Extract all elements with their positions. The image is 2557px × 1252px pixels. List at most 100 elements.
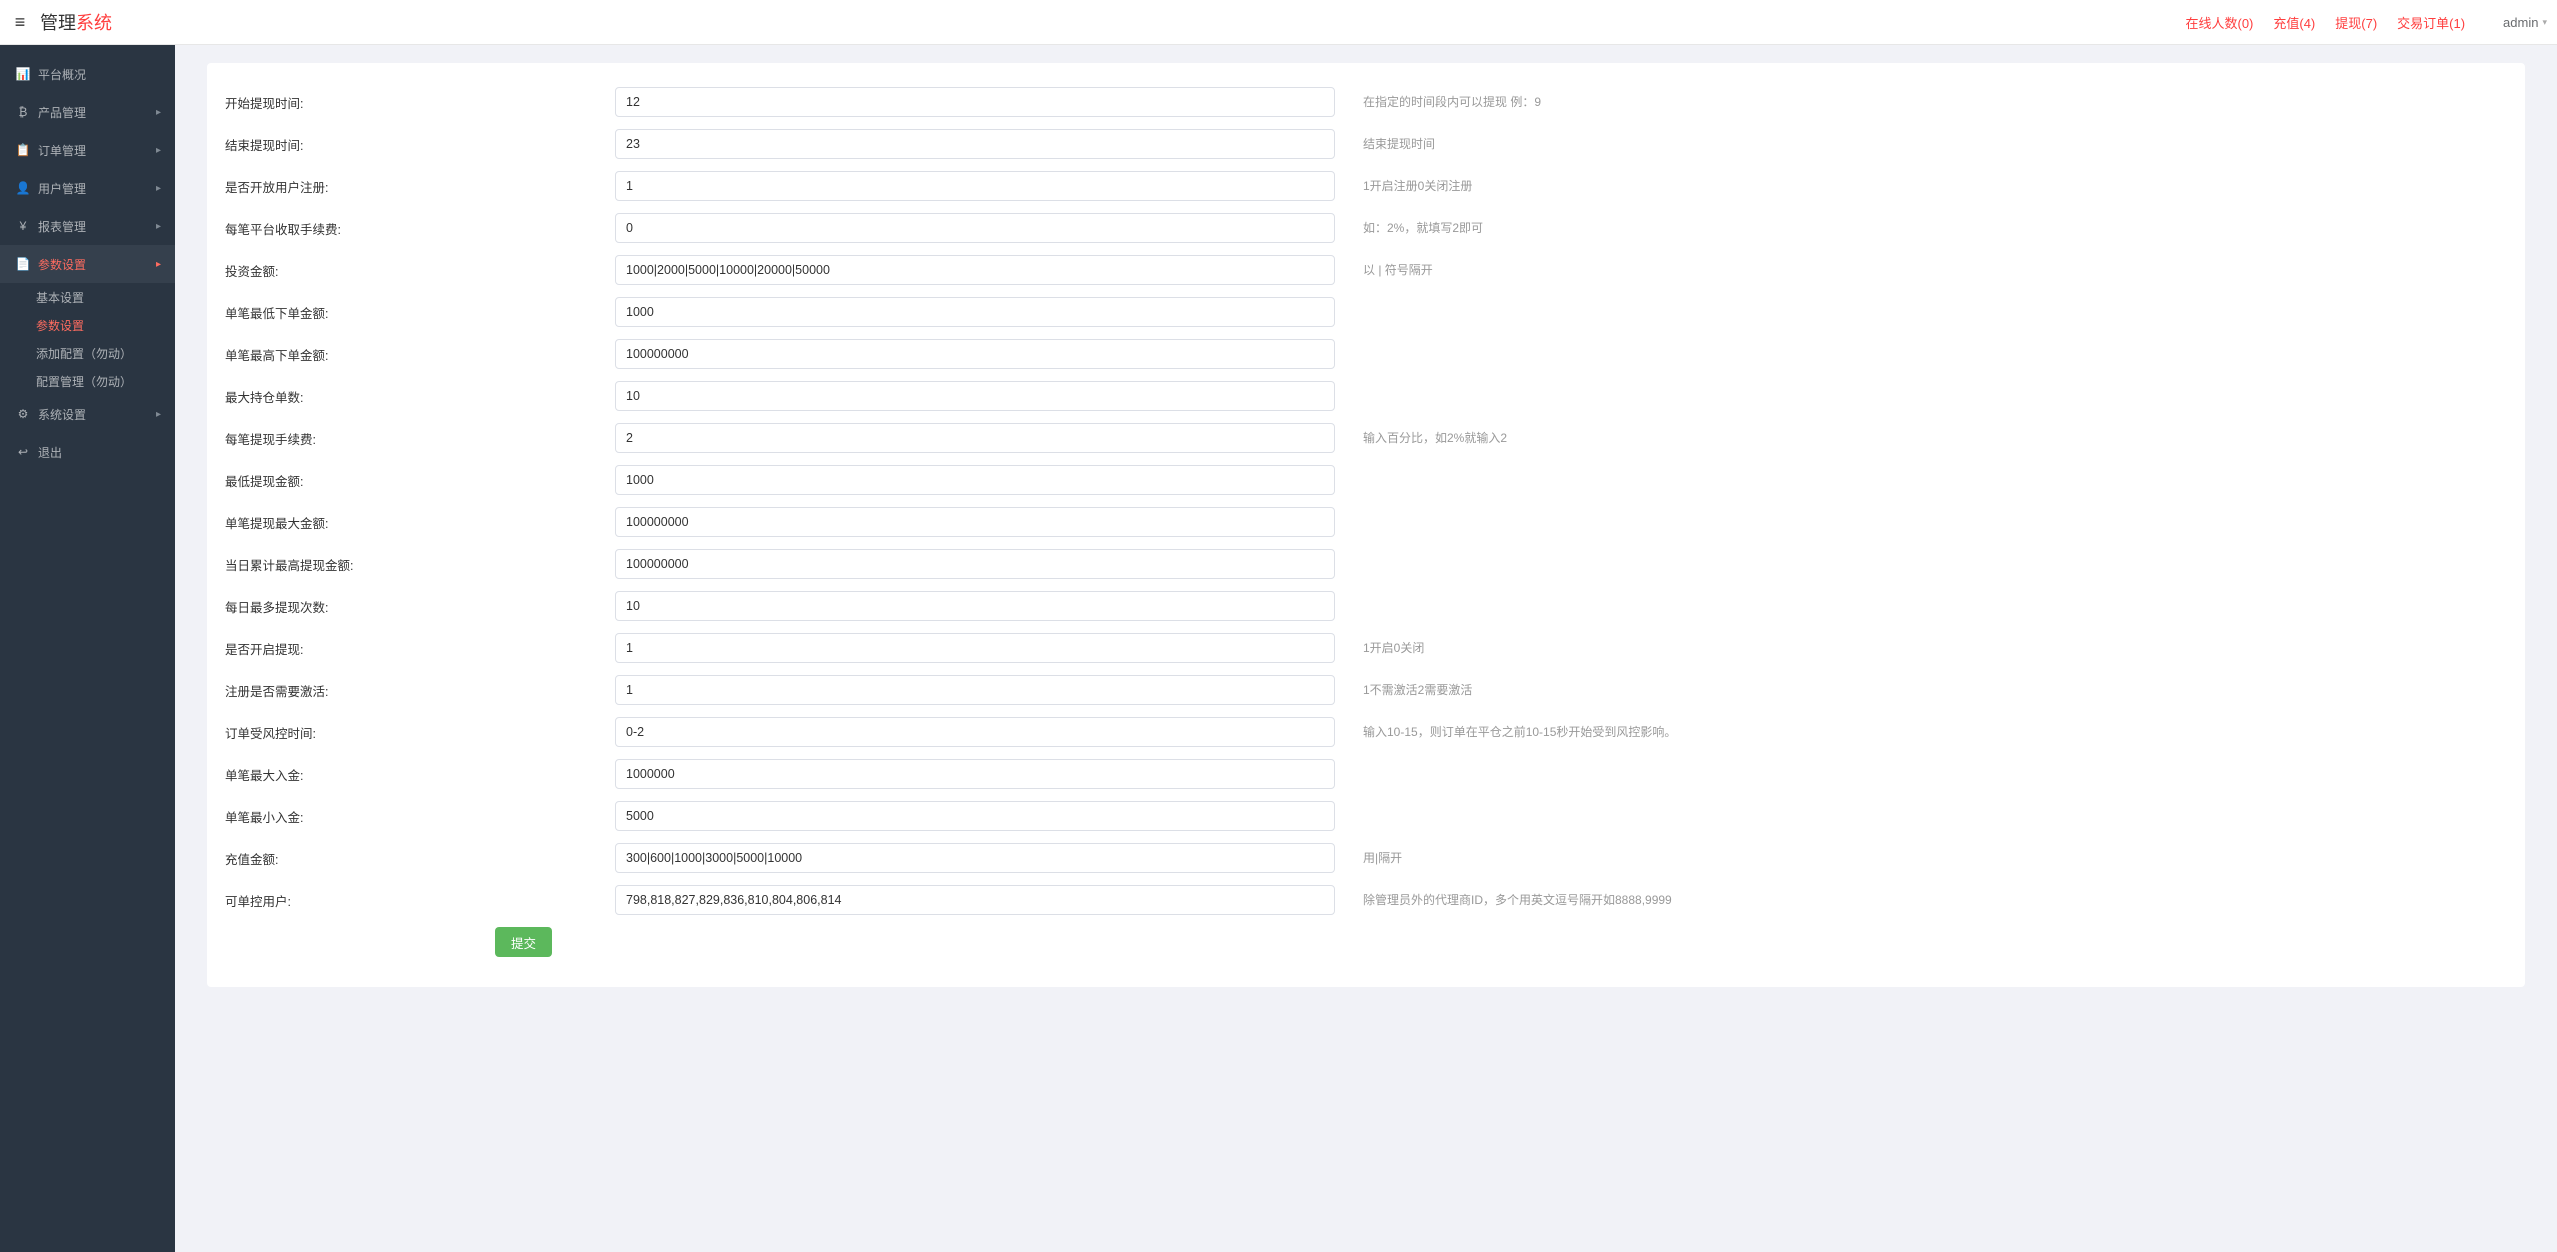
label-risk-window: 订单受风控时间:: [225, 717, 615, 742]
input-max-deposit[interactable]: [615, 759, 1335, 789]
form-row-reg-open: 是否开放用户注册: 1开启注册0关闭注册: [225, 171, 2507, 201]
sidebar-item-label: 报表管理: [38, 218, 156, 235]
form-row-risk-window: 订单受风控时间: 输入10-15，则订单在平仓之前10-15秒开始受到风控影响。: [225, 717, 2507, 747]
sidebar-item-label: 产品管理: [38, 104, 156, 121]
input-recharge-amounts[interactable]: [615, 843, 1335, 873]
logout-icon: ↩: [14, 445, 32, 459]
input-need-activate[interactable]: [615, 675, 1335, 705]
sidebar-item-orders[interactable]: 📋 订单管理▸: [0, 131, 175, 169]
header-user-menu[interactable]: admin ▾: [2503, 15, 2547, 30]
hint-reg-open: 1开启注册0关闭注册: [1335, 171, 2507, 195]
input-daily-withdraw-count[interactable]: [615, 591, 1335, 621]
chevron-right-icon: ▸: [156, 145, 161, 156]
sidebar-item-logout[interactable]: ↩ 退出: [0, 433, 175, 471]
hint-min-deposit: [1335, 801, 2507, 807]
input-withdraw-enabled[interactable]: [615, 633, 1335, 663]
header-withdraw[interactable]: 提现(7): [2335, 13, 2377, 32]
sidebar-item-label: 平台概况: [38, 66, 161, 83]
sidebar-item-system[interactable]: ⚙系统设置▸: [0, 395, 175, 433]
header-online[interactable]: 在线人数(0): [2185, 13, 2253, 32]
hint-max-withdraw: [1335, 507, 2507, 513]
input-reg-open[interactable]: [615, 171, 1335, 201]
brand-part1: 管理: [40, 13, 76, 33]
sidebar-item-label: 退出: [38, 444, 161, 461]
params-icon: 📄: [14, 257, 32, 271]
sidebar-item-users[interactable]: 👤 用户管理▸: [0, 169, 175, 207]
input-fee[interactable]: [615, 213, 1335, 243]
chevron-right-icon: ▸: [156, 107, 161, 118]
input-min-deposit[interactable]: [615, 801, 1335, 831]
hint-recharge-amounts: 用|隔开: [1335, 843, 2507, 867]
hint-withdraw-fee: 输入百分比，如2%就输入2: [1335, 423, 2507, 447]
form-row-withdraw-end: 结束提现时间:结束提现时间: [225, 129, 2507, 159]
form-row-max-deposit: 单笔最大入金:: [225, 759, 2507, 789]
sidebar-item-label: 用户管理: [38, 180, 156, 197]
sidebar-item-reports[interactable]: ¥报表管理▸: [0, 207, 175, 245]
sidebar-sub-param-settings[interactable]: 参数设置: [0, 311, 175, 339]
form-row-daily-max-withdraw: 当日累计最高提现金额:: [225, 549, 2507, 579]
input-risk-window[interactable]: [615, 717, 1335, 747]
chevron-right-icon: ▸: [156, 259, 161, 270]
form-row-need-activate: 注册是否需要激活:1不需激活2需要激活: [225, 675, 2507, 705]
users-icon: 👤: [14, 181, 32, 195]
label-need-activate: 注册是否需要激活:: [225, 675, 615, 700]
hint-daily-max-withdraw: [1335, 549, 2507, 555]
form-row-max-withdraw: 单笔提现最大金额:: [225, 507, 2507, 537]
input-min-order[interactable]: [615, 297, 1335, 327]
sidebar-item-overview[interactable]: 📊 平台概况: [0, 55, 175, 93]
label-min-order: 单笔最低下单金额:: [225, 297, 615, 322]
input-daily-max-withdraw[interactable]: [615, 549, 1335, 579]
label-controllable-users: 可单控用户:: [225, 885, 615, 910]
overview-icon: 📊: [14, 67, 32, 81]
sidebar-item-label: 系统设置: [38, 406, 156, 423]
chevron-right-icon: ▸: [156, 183, 161, 194]
label-invest-amounts: 投资金额:: [225, 255, 615, 280]
label-min-withdraw: 最低提现金额:: [225, 465, 615, 490]
chevron-right-icon: ▸: [156, 221, 161, 232]
hint-max-order: [1335, 339, 2507, 345]
input-max-order[interactable]: [615, 339, 1335, 369]
hint-risk-window: 输入10-15，则订单在平仓之前10-15秒开始受到风控影响。: [1335, 717, 2507, 741]
chevron-down-icon: ▾: [2542, 17, 2547, 28]
sidebar-item-label: 参数设置: [38, 256, 156, 273]
sidebar-item-products[interactable]: ₿产品管理▸: [0, 93, 175, 131]
header-recharge[interactable]: 充值(4): [2273, 13, 2315, 32]
hint-min-withdraw: [1335, 465, 2507, 471]
brand-part2: 系统: [76, 13, 112, 33]
input-withdraw-fee[interactable]: [615, 423, 1335, 453]
input-controllable-users[interactable]: [615, 885, 1335, 915]
sidebar-sub-add-config[interactable]: 添加配置（勿动）: [0, 339, 175, 367]
sidebar-item-params[interactable]: 📄 参数设置▸: [0, 245, 175, 283]
form-row-max-order: 单笔最高下单金额:: [225, 339, 2507, 369]
form-row-daily-withdraw-count: 每日最多提现次数:: [225, 591, 2507, 621]
form-row-controllable-users: 可单控用户:除管理员外的代理商ID，多个用英文逗号隔开如8888,9999: [225, 885, 2507, 915]
hint-daily-withdraw-count: [1335, 591, 2507, 597]
form-row-withdraw-fee: 每笔提现手续费:输入百分比，如2%就输入2: [225, 423, 2507, 453]
main-content: 开始提现时间:在指定的时间段内可以提现 例：9结束提现时间:结束提现时间是否开放…: [175, 45, 2557, 1252]
input-withdraw-start[interactable]: [615, 87, 1335, 117]
submit-button[interactable]: 提交: [495, 927, 552, 957]
form-row-invest-amounts: 投资金额: 以 | 符号隔开: [225, 255, 2507, 285]
label-max-positions: 最大持仓单数:: [225, 381, 615, 406]
form-row-min-deposit: 单笔最小入金:: [225, 801, 2507, 831]
hint-max-deposit: [1335, 759, 2507, 765]
sidebar-sub-basic[interactable]: 基本设置: [0, 283, 175, 311]
input-max-withdraw[interactable]: [615, 507, 1335, 537]
sidebar-item-label: 订单管理: [38, 142, 156, 159]
input-min-withdraw[interactable]: [615, 465, 1335, 495]
header-orders[interactable]: 交易订单(1): [2397, 13, 2465, 32]
hint-invest-amounts: 以 | 符号隔开: [1335, 255, 2507, 279]
input-withdraw-end[interactable]: [615, 129, 1335, 159]
label-withdraw-enabled: 是否开启提现:: [225, 633, 615, 658]
sidebar-sub-config-mgmt[interactable]: 配置管理（勿动）: [0, 367, 175, 395]
form-row-recharge-amounts: 充值金额: 用|隔开: [225, 843, 2507, 873]
label-reg-open: 是否开放用户注册:: [225, 171, 615, 196]
input-max-positions[interactable]: [615, 381, 1335, 411]
input-invest-amounts[interactable]: [615, 255, 1335, 285]
hint-max-positions: [1335, 381, 2507, 387]
hint-fee: 如：2%，就填写2即可: [1335, 213, 2507, 237]
hamburger-icon[interactable]: ≡: [0, 12, 40, 33]
orders-icon: 📋: [14, 143, 32, 157]
header-links: 在线人数(0) 充值(4) 提现(7) 交易订单(1) admin ▾: [2185, 13, 2547, 32]
label-recharge-amounts: 充值金额:: [225, 843, 615, 868]
